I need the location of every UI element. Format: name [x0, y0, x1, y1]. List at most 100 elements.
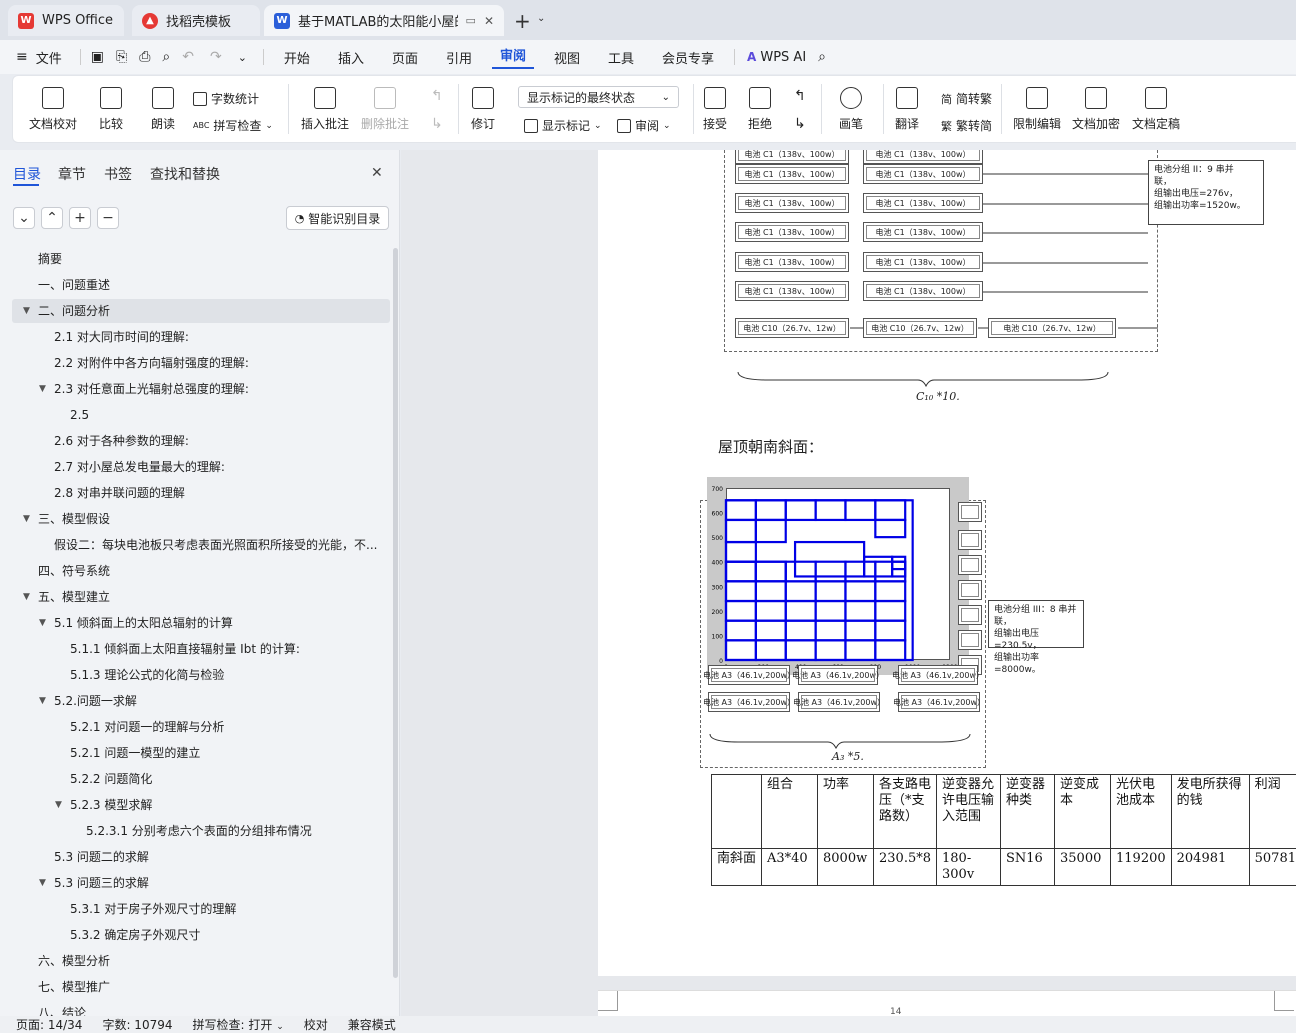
track-changes-button[interactable]: 修订 — [471, 87, 495, 132]
trad-to-simp-button[interactable]: 繁 繁转简 — [941, 117, 992, 134]
status-words[interactable]: 字数: 10794 — [102, 1016, 172, 1033]
next-comment-icon[interactable]: ↳ — [431, 116, 443, 132]
toc-item[interactable]: 摘要 — [38, 248, 62, 270]
toc-expand-arrow-icon[interactable]: ▼ — [23, 300, 30, 322]
menu-view[interactable]: 视图 — [546, 48, 588, 67]
toc-item[interactable]: 2.2 对附件中各方向辐射强度的理解: — [54, 352, 249, 374]
toc-item[interactable]: 四、符号系统 — [38, 560, 110, 582]
toc-item[interactable]: 5.2.问题一求解 — [54, 690, 137, 712]
toc-expand-arrow-icon[interactable]: ▼ — [23, 586, 30, 608]
toc-expand-arrow-icon[interactable]: ▼ — [39, 378, 46, 400]
menu-member[interactable]: 会员专享 — [654, 48, 722, 67]
sidebar-scrollbar[interactable] — [393, 248, 398, 978]
toc-expand-arrow-icon[interactable]: ▼ — [55, 794, 62, 816]
menu-wps-ai[interactable]: WPS AI — [756, 50, 814, 65]
collapse-all-button[interactable]: ⌄ — [13, 207, 35, 229]
hamburger-icon[interactable]: ≡ — [16, 49, 28, 65]
tab-document[interactable]: W 基于MATLAB的太阳能小屋的 ▭ ✕ — [264, 5, 504, 36]
toc-item[interactable]: 5.2.1 对问题一的理解与分析 — [70, 716, 224, 738]
toc-item[interactable]: 一、问题重述 — [38, 274, 110, 296]
tab-display-icon[interactable]: ▭ — [466, 14, 476, 27]
tab-wps-office[interactable]: W WPS Office — [8, 5, 124, 36]
menu-review[interactable]: 审阅 — [491, 45, 534, 69]
menu-home[interactable]: 开始 — [276, 48, 318, 67]
delete-comment-button[interactable]: 删除批注 — [361, 87, 409, 132]
menu-file[interactable]: 文件 — [28, 48, 70, 67]
restrict-edit-button[interactable]: 限制编辑 — [1013, 87, 1061, 132]
toc-item[interactable]: 5.2.3.1 分别考虑六个表面的分组排布情况 — [86, 820, 312, 842]
sidebar-tab-toc[interactable]: 目录 — [13, 164, 41, 184]
toc-item[interactable]: 六、模型分析 — [38, 950, 110, 972]
pen-button[interactable]: 画笔 — [839, 87, 863, 132]
add-heading-button[interactable]: + — [69, 207, 91, 229]
toc-item[interactable]: 二、问题分析 — [38, 300, 110, 322]
sidebar-tab-bookmarks[interactable]: 书签 — [104, 164, 132, 184]
print-preview-icon[interactable]: ⌕ — [162, 49, 170, 65]
next-change-icon[interactable]: ↳ — [794, 116, 806, 132]
toc-expand-arrow-icon[interactable]: ▼ — [39, 872, 46, 894]
close-icon[interactable]: ✕ — [484, 14, 494, 28]
insert-comment-button[interactable]: 插入批注 — [301, 87, 349, 132]
smart-toc-button[interactable]: ◔ 智能识别目录 — [286, 206, 389, 230]
undo-icon[interactable]: ↶ — [182, 49, 194, 65]
toc-expand-arrow-icon[interactable]: ▼ — [23, 508, 30, 530]
prev-comment-icon[interactable]: ↰ — [431, 88, 443, 104]
remove-heading-button[interactable]: − — [97, 207, 119, 229]
doc-check-button[interactable]: 文档校对 — [29, 87, 77, 132]
toc-item[interactable]: 2.1 对大同市时间的理解: — [54, 326, 189, 348]
accept-button[interactable]: 接受 — [703, 87, 727, 132]
toc-item[interactable]: 2.6 对于各种参数的理解: — [54, 430, 189, 452]
toc-item[interactable]: 5.1 倾斜面上的太阳总辐射的计算 — [54, 612, 233, 634]
toc-item[interactable]: 5.2.1 问题一模型的建立 — [70, 742, 200, 764]
compare-button[interactable]: 比较 — [99, 87, 123, 132]
toc-item[interactable]: 2.3 对任意面上光辐射总强度的理解: — [54, 378, 249, 400]
menu-references[interactable]: 引用 — [438, 48, 480, 67]
sidebar-tab-find-replace[interactable]: 查找和替换 — [150, 164, 220, 184]
show-markup-button[interactable]: 显示标记 ⌄ — [524, 117, 602, 134]
menu-tools[interactable]: 工具 — [600, 48, 642, 67]
finalize-button[interactable]: 文档定稿 — [1132, 87, 1180, 132]
word-count-button[interactable]: 字数统计 — [193, 90, 259, 107]
expand-up-button[interactable]: ⌃ — [41, 207, 63, 229]
toc-item[interactable]: 五、模型建立 — [38, 586, 110, 608]
save-icon[interactable]: ▣ — [91, 49, 104, 65]
redo-icon[interactable]: ↷ — [210, 49, 222, 65]
toc-item[interactable]: 5.3 问题二的求解 — [54, 846, 149, 868]
search-icon[interactable]: ⌕ — [818, 49, 826, 65]
prev-change-icon[interactable]: ↰ — [794, 88, 806, 104]
toc-item[interactable]: 5.2.2 问题简化 — [70, 768, 152, 790]
reject-button[interactable]: 拒绝 — [748, 87, 772, 132]
toc-item[interactable]: 5.3.1 对于房子外观尺寸的理解 — [70, 898, 236, 920]
encrypt-button[interactable]: 文档加密 — [1072, 87, 1120, 132]
spell-check-button[interactable]: ABC 拼写检查 ⌄ — [193, 117, 273, 134]
display-state-select[interactable]: 显示标记的最终状态 ⌄ — [518, 86, 679, 108]
toc-item[interactable]: 5.1.1 倾斜面上太阳直接辐射量 Ibt 的计算: — [70, 638, 300, 660]
status-proof[interactable]: 校对 — [304, 1016, 328, 1033]
status-spell[interactable]: 拼写检查: 打开 ⌄ — [193, 1016, 284, 1033]
toc-expand-arrow-icon[interactable]: ▼ — [39, 612, 46, 634]
toc-item[interactable]: 5.2.3 模型求解 — [70, 794, 152, 816]
toc-expand-arrow-icon[interactable]: ▼ — [39, 690, 46, 712]
close-icon[interactable]: ✕ — [371, 165, 383, 181]
read-aloud-button[interactable]: 朗读 — [151, 87, 175, 132]
toc-item[interactable]: 5.3.2 确定房子外观尺寸 — [70, 924, 200, 946]
new-tab-icon[interactable]: + — [514, 9, 531, 33]
status-page[interactable]: 页面: 14/34 — [16, 1016, 82, 1033]
toc-item[interactable]: 三、模型假设 — [38, 508, 110, 530]
print-icon[interactable]: ⎙ — [139, 49, 150, 65]
review-pane-button[interactable]: 审阅 ⌄ — [617, 117, 671, 134]
menu-insert[interactable]: 插入 — [330, 48, 372, 67]
toc-item[interactable]: 5.1.3 理论公式的化简与检验 — [70, 664, 224, 686]
toc-item[interactable]: 2.7 对小屋总发电量最大的理解: — [54, 456, 225, 478]
menu-page[interactable]: 页面 — [384, 48, 426, 67]
translate-button[interactable]: 翻译 — [895, 87, 919, 132]
toc-item[interactable]: 七、模型推广 — [38, 976, 110, 998]
chevron-down-icon[interactable]: ⌄ — [537, 13, 545, 24]
sidebar-tab-chapters[interactable]: 章节 — [58, 164, 86, 184]
export-icon[interactable]: ⎘ — [116, 49, 127, 65]
toc-item[interactable]: 2.8 对串并联问题的理解 — [54, 482, 185, 504]
simp-to-trad-button[interactable]: 简 简转繁 — [941, 90, 992, 107]
tab-template[interactable]: ▲ 找稻壳模板 — [132, 5, 260, 36]
more-chevron-icon[interactable]: ⌄ — [238, 51, 247, 64]
toc-item[interactable]: 2.5 — [70, 404, 89, 426]
